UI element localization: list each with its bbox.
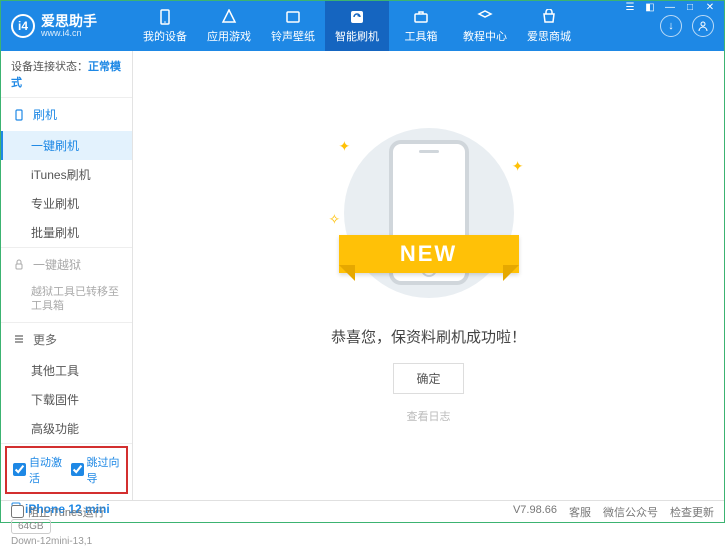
app-url: www.i4.cn <box>41 28 97 38</box>
sidebar-more-header[interactable]: 更多 <box>1 323 132 356</box>
apps-icon <box>220 8 238 26</box>
confirm-button[interactable]: 确定 <box>393 363 463 394</box>
lock-icon <box>13 259 25 271</box>
menu-icon[interactable]: ☰ <box>623 2 637 13</box>
checkbox-auto-activate[interactable]: 自动激活 <box>13 454 63 486</box>
header-actions: ↓ <box>660 15 714 37</box>
list-icon <box>13 333 25 345</box>
storage-badge: 64GB <box>11 519 51 534</box>
sidebar-item-other[interactable]: 其他工具 <box>1 356 132 385</box>
download-button[interactable]: ↓ <box>660 15 682 37</box>
phone-icon <box>13 109 25 121</box>
user-button[interactable] <box>692 15 714 37</box>
connection-status: 设备连接状态：正常模式 <box>1 51 132 98</box>
flash-icon <box>348 8 366 26</box>
close-icon[interactable]: ✕ <box>703 2 717 13</box>
wechat-link[interactable]: 微信公众号 <box>603 504 658 520</box>
app-header: ☰ ◧ — □ ✕ i4 爱思助手 www.i4.cn 我的设备 应用游戏 铃声… <box>1 1 724 51</box>
version-label: V7.98.66 <box>513 504 557 520</box>
nav-apps[interactable]: 应用游戏 <box>197 1 261 51</box>
update-link[interactable]: 检查更新 <box>670 504 714 520</box>
view-log-link[interactable]: 查看日志 <box>407 408 451 424</box>
sidebar-jailbreak-header: 一键越狱 <box>1 248 132 281</box>
window-controls: ☰ ◧ — □ ✕ <box>623 2 717 13</box>
nav-tutorials[interactable]: 教程中心 <box>453 1 517 51</box>
checkbox-skip-wizard[interactable]: 跳过向导 <box>71 454 121 486</box>
skin-icon[interactable]: ◧ <box>643 2 657 13</box>
nav-store[interactable]: 爱思商城 <box>517 1 581 51</box>
nav-my-device[interactable]: 我的设备 <box>133 1 197 51</box>
sidebar-item-advanced[interactable]: 高级功能 <box>1 414 132 443</box>
service-link[interactable]: 客服 <box>569 504 591 520</box>
toolbox-icon <box>412 8 430 26</box>
wallpaper-icon <box>284 8 302 26</box>
device-icon <box>156 8 174 26</box>
block-itunes-checkbox[interactable]: 阻止iTunes运行 <box>11 504 105 520</box>
sidebar-item-oneclick[interactable]: 一键刷机 <box>1 131 132 160</box>
sidebar: 设备连接状态：正常模式 刷机 一键刷机 iTunes刷机 专业刷机 批量刷机 一… <box>1 51 133 500</box>
main-content: ✦ ✦ ✧ NEW 恭喜您，保资料刷机成功啦！ 确定 查看日志 <box>133 51 724 500</box>
success-illustration: ✦ ✦ ✧ NEW <box>329 128 529 308</box>
options-row: 自动激活 跳过向导 <box>5 446 128 494</box>
nav-toolbox[interactable]: 工具箱 <box>389 1 453 51</box>
main-nav: 我的设备 应用游戏 铃声壁纸 智能刷机 工具箱 教程中心 爱思商城 <box>133 1 660 51</box>
store-icon <box>540 8 558 26</box>
maximize-icon[interactable]: □ <box>683 2 697 13</box>
logo-icon: i4 <box>11 14 35 38</box>
sidebar-item-pro[interactable]: 专业刷机 <box>1 189 132 218</box>
success-message: 恭喜您，保资料刷机成功啦！ <box>331 326 526 347</box>
nav-flash[interactable]: 智能刷机 <box>325 1 389 51</box>
minimize-icon[interactable]: — <box>663 2 677 13</box>
tutorial-icon <box>476 8 494 26</box>
sidebar-item-itunes[interactable]: iTunes刷机 <box>1 160 132 189</box>
logo: i4 爱思助手 www.i4.cn <box>11 14 133 38</box>
sidebar-item-download[interactable]: 下载固件 <box>1 385 132 414</box>
app-name: 爱思助手 <box>41 14 97 28</box>
jailbreak-note: 越狱工具已转移至工具箱 <box>1 281 132 322</box>
new-ribbon: NEW <box>339 235 519 273</box>
device-model: Down-12mini-13,1 <box>11 536 122 547</box>
sidebar-item-batch[interactable]: 批量刷机 <box>1 218 132 247</box>
sidebar-flash-header[interactable]: 刷机 <box>1 98 132 131</box>
nav-ringtones[interactable]: 铃声壁纸 <box>261 1 325 51</box>
